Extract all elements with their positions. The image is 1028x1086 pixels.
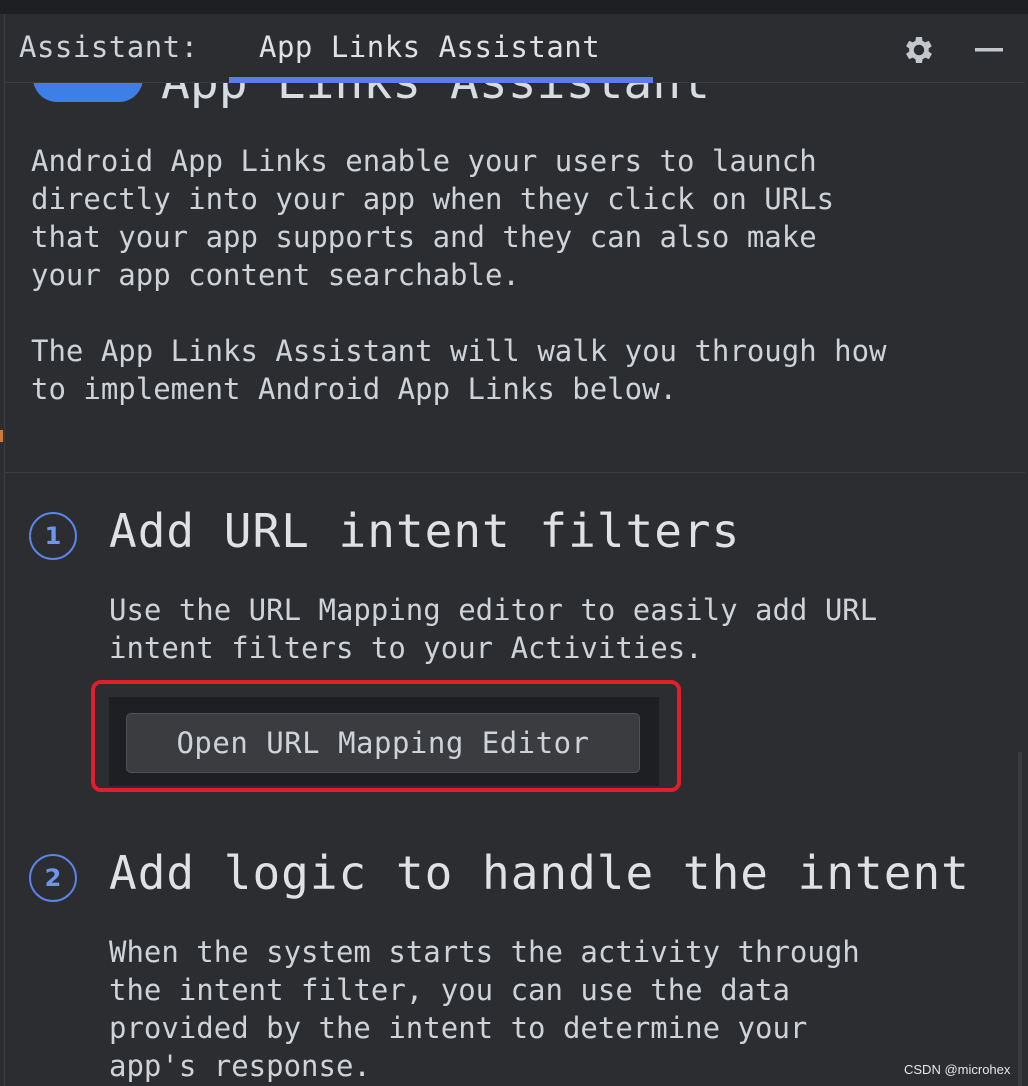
tab-label: App Links Assistant [259,30,601,64]
watermark: CSDN @microhex [904,1062,1011,1077]
intro-text: Android App Links enable your users to l… [31,144,887,406]
tool-window-label: Assistant: [19,30,199,64]
minimize-icon[interactable] [971,32,1007,68]
section-divider [5,472,1025,473]
step-2-badge: 2 [29,854,77,902]
step-2-title: Add logic to handle the intent [109,846,970,900]
tab-app-links-assistant[interactable]: App Links Assistant [229,14,653,83]
step-1-title: Add URL intent filters [109,504,741,558]
editor-gutter-marker [0,430,3,442]
tool-window-header: Assistant: App Links Assistant [5,14,1025,83]
step-2-description: When the system starts the activity thro… [109,935,860,1083]
assistant-panel: App Links Assistant Assistant: App Links… [4,14,1025,1086]
step-1-description: Use the URL Mapping editor to easily add… [109,593,878,665]
vertical-scrollbar[interactable] [1018,752,1022,1086]
tab-selected-indicator [229,77,653,83]
step-1-badge: 1 [29,512,77,560]
window-top-strip [0,0,1028,14]
gear-icon[interactable] [901,32,937,68]
highlight-annotation [91,680,681,792]
